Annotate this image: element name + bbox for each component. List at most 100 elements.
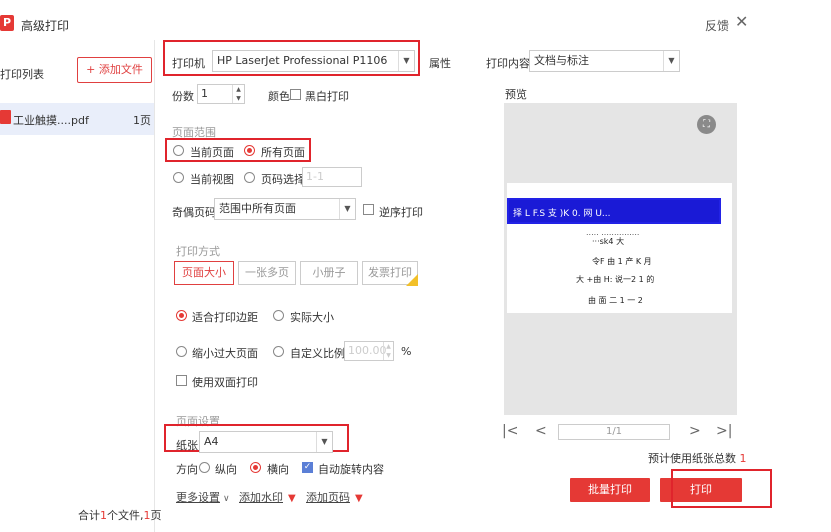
printer-label: 打印机: [172, 57, 205, 70]
vip-corner-icon: [406, 274, 418, 286]
file-page-count: 1页: [133, 114, 151, 127]
paper-select[interactable]: A4 ▼: [199, 431, 333, 453]
prev-page-icon[interactable]: <: [535, 423, 547, 439]
chevron-down-icon: ▼: [663, 51, 679, 71]
batch-print-button[interactable]: 批量打印: [570, 478, 650, 502]
current-page-radio[interactable]: [173, 145, 184, 156]
last-page-icon[interactable]: >|: [716, 423, 732, 439]
page-indicator[interactable]: 1/1: [558, 424, 670, 440]
more-settings[interactable]: 更多设置 ∨: [176, 489, 230, 505]
paper-total-value: 1: [739, 452, 747, 465]
odd-even-value: 范围中所有页面: [219, 202, 296, 215]
print-highlight-box: [671, 469, 772, 508]
page-select-input[interactable]: 1-1: [302, 167, 362, 187]
total-pages: 1: [143, 509, 151, 522]
chevron-down-icon: ▼: [339, 199, 355, 219]
chevron-down-icon: ▼: [316, 432, 332, 452]
auto-rotate-checkbox[interactable]: ✓: [302, 462, 313, 473]
add-page-number-link[interactable]: 添加页码: [306, 491, 350, 504]
duplex-label: 使用双面打印: [192, 376, 258, 389]
preview-line: 由 面 二 1 一 2: [588, 296, 643, 305]
page-select-radio[interactable]: [244, 172, 255, 183]
close-icon[interactable]: ✕: [735, 12, 748, 31]
actual-size-label: 实际大小: [290, 311, 334, 324]
add-watermark-link[interactable]: 添加水印: [239, 491, 283, 504]
next-page-icon[interactable]: >: [689, 423, 701, 439]
custom-scale-label: 自定义比例: [290, 347, 345, 360]
first-page-icon[interactable]: |<: [502, 423, 518, 439]
properties-button[interactable]: 属性: [429, 55, 451, 71]
print-content-value: 文档与标注: [534, 54, 589, 67]
stepper-arrows-icon[interactable]: ▲ ▼: [232, 85, 244, 103]
copies-stepper[interactable]: 1 ▲ ▼: [197, 84, 245, 104]
page-select-label: 页码选择: [261, 173, 305, 186]
bw-print-label: 黑白打印: [305, 90, 349, 103]
preview-line: 令F 由 1 产 K 月: [592, 257, 652, 266]
paper-value: A4: [204, 435, 219, 448]
odd-even-select[interactable]: 范围中所有页面 ▼: [214, 198, 356, 220]
actual-size-radio[interactable]: [273, 310, 284, 321]
total-files: 1: [100, 509, 107, 522]
portrait-label: 纵向: [215, 463, 237, 476]
reverse-print-label: 逆序打印: [379, 206, 423, 219]
odd-even-label: 奇偶页码: [172, 206, 216, 219]
chevron-down-icon: ∨: [223, 494, 230, 504]
duplex-checkbox[interactable]: [176, 375, 187, 386]
preview-line: 大 +由 H: 说一2 1 的: [576, 275, 655, 284]
tab-multi-page[interactable]: 一张多页: [238, 261, 296, 285]
reverse-print-checkbox[interactable]: [363, 204, 374, 215]
all-pages-radio[interactable]: [244, 145, 255, 156]
app-logo-icon: P: [0, 15, 14, 31]
paper-label: 纸张: [176, 439, 198, 452]
current-view-label: 当前视图: [190, 173, 234, 186]
custom-scale-radio[interactable]: [273, 346, 284, 357]
vip-icon: ▼: [355, 493, 363, 504]
preview-title: 预览: [505, 88, 527, 101]
stepper-arrows-icon[interactable]: ▲ ▼: [383, 342, 393, 360]
preview-line: 择 L F.S 支 )K 0. 网 U...: [513, 209, 611, 219]
vip-icon: ▼: [288, 493, 296, 504]
current-view-radio[interactable]: [173, 172, 184, 183]
add-watermark[interactable]: 添加水印 ▼: [239, 489, 296, 505]
percent-label: %: [401, 345, 412, 358]
paper-total: 预计使用纸张总数 1: [648, 450, 747, 466]
fit-margin-radio[interactable]: [176, 310, 187, 321]
custom-scale-input[interactable]: 100.00 ▲ ▼: [344, 341, 394, 361]
shrink-radio[interactable]: [176, 346, 187, 357]
fullscreen-icon[interactable]: ⛶: [697, 115, 716, 134]
add-file-button[interactable]: + 添加文件: [77, 57, 152, 83]
print-mode-title: 打印方式: [176, 245, 220, 258]
list-total: 合计1个文件,1页: [78, 507, 162, 523]
total-suffix: 页: [150, 509, 162, 522]
copies-label: 份数: [172, 90, 194, 103]
print-list-title: 打印列表: [0, 68, 44, 81]
tab-page-size[interactable]: 页面大小: [174, 261, 234, 285]
more-settings-link[interactable]: 更多设置: [176, 491, 220, 504]
auto-rotate-label: 自动旋转内容: [318, 463, 384, 476]
bw-print-checkbox[interactable]: [290, 89, 301, 100]
orientation-label: 方向: [176, 463, 198, 476]
chevron-down-icon: ▼: [398, 51, 414, 71]
printer-value: HP LaserJet Professional P1106: [217, 54, 388, 67]
all-pages-label: 所有页面: [261, 146, 305, 159]
print-content-label: 打印内容: [486, 57, 530, 70]
print-content-select[interactable]: 文档与标注 ▼: [529, 50, 680, 72]
preview-page-header: 择 L F.S 支 )K 0. 网 U...: [507, 198, 721, 224]
landscape-radio[interactable]: [250, 462, 261, 473]
fit-margin-label: 适合打印边距: [192, 311, 258, 324]
custom-scale-value: 100.00: [348, 344, 387, 357]
tab-booklet[interactable]: 小册子: [300, 261, 358, 285]
color-label: 颜色: [268, 90, 290, 103]
feedback-link[interactable]: 反馈: [705, 17, 729, 34]
shrink-label: 缩小过大页面: [192, 347, 258, 360]
printer-select[interactable]: HP LaserJet Professional P1106 ▼: [212, 50, 415, 72]
portrait-radio[interactable]: [199, 462, 210, 473]
preview-line: ···sk4 大: [592, 237, 625, 246]
current-page-label: 当前页面: [190, 146, 234, 159]
total-prefix: 合计: [78, 509, 100, 522]
pdf-file-icon: [0, 110, 11, 124]
total-mid: 个文件,: [107, 509, 144, 522]
copies-value: 1: [201, 87, 208, 100]
add-page-number[interactable]: 添加页码 ▼: [306, 489, 363, 505]
app-title: 高级打印: [21, 19, 70, 33]
